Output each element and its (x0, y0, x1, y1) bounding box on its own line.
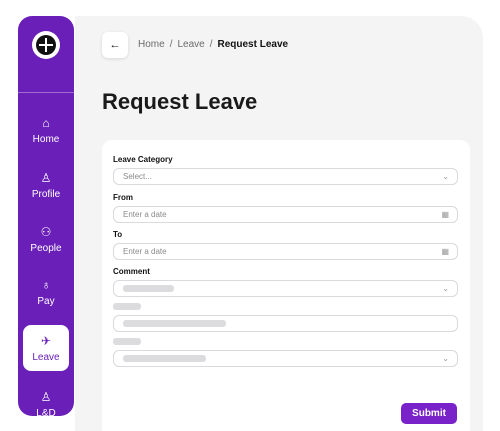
leave-request-form: Leave Category Select... ⌄ From Enter a … (102, 140, 470, 431)
arrow-left-icon: ← (109, 39, 121, 51)
placeholder-skeleton-label (113, 338, 141, 345)
home-icon: ⌂ (42, 115, 50, 130)
breadcrumb-current: Request Leave (217, 39, 289, 50)
chevron-down-icon: ⌄ (442, 284, 449, 293)
to-date-input[interactable]: Enter a date ▦ (113, 243, 458, 260)
comment-label: Comment (113, 267, 150, 276)
breadcrumb-separator: / (209, 39, 213, 50)
from-date-input[interactable]: Enter a date ▦ (113, 206, 458, 223)
placeholder-skeleton (123, 285, 174, 292)
from-label: From (113, 193, 133, 202)
submit-button[interactable]: Submit (401, 403, 457, 424)
leave-category-placeholder: Select... (123, 172, 152, 181)
sidebar-item-label: Profile (31, 188, 61, 200)
to-label: To (113, 230, 123, 239)
sidebar-item-label: Leave (32, 351, 60, 363)
sidebar-item-profile[interactable]: ♙ Profile (23, 163, 69, 207)
people-icon: ⚇ (40, 224, 52, 239)
sidebar-item-label: People (30, 242, 62, 254)
sidebar-item-label: L&D (36, 407, 56, 417)
placeholder-skeleton (123, 355, 206, 362)
page-title: Request Leave (102, 89, 258, 114)
plane-icon: ✈ (40, 333, 52, 348)
sidebar-item-learning[interactable]: ♙ L&D (23, 382, 69, 417)
skeleton-select[interactable]: ⌄ (113, 350, 458, 367)
money-bag-icon: ♁ (41, 277, 51, 292)
chevron-down-icon: ⌄ (442, 354, 449, 363)
logo-mark-icon (36, 35, 56, 55)
breadcrumb-home[interactable]: Home (138, 39, 165, 50)
to-date-placeholder: Enter a date (123, 247, 167, 256)
logo[interactable] (32, 31, 60, 59)
main-content: ← Home / Leave / Request Leave Request L… (75, 16, 483, 431)
from-date-placeholder: Enter a date (123, 210, 167, 219)
placeholder-skeleton (123, 320, 226, 327)
placeholder-skeleton-label (113, 303, 141, 310)
calendar-icon[interactable]: ▦ (441, 247, 449, 256)
sidebar-divider (18, 92, 74, 93)
sidebar-item-label: Pay (37, 295, 55, 307)
sidebar-item-people[interactable]: ⚇ People (23, 217, 69, 261)
profile-icon: ♙ (40, 170, 52, 185)
learning-icon: ♙ (40, 389, 52, 404)
sidebar-item-label: Home (32, 133, 60, 145)
breadcrumb-separator: / (169, 39, 173, 50)
sidebar-item-home[interactable]: ⌂ Home (23, 108, 69, 152)
leave-category-label: Leave Category (113, 155, 173, 164)
leave-category-select[interactable]: Select... ⌄ (113, 168, 458, 185)
chevron-down-icon: ⌄ (442, 172, 449, 181)
sidebar-item-leave[interactable]: ✈ Leave (23, 325, 69, 371)
back-button[interactable]: ← (102, 32, 128, 58)
calendar-icon[interactable]: ▦ (441, 210, 449, 219)
sidebar-item-pay[interactable]: ♁ Pay (23, 270, 69, 314)
skeleton-input[interactable] (113, 315, 458, 332)
breadcrumb-leave[interactable]: Leave (177, 39, 204, 50)
breadcrumb: Home / Leave / Request Leave (138, 39, 288, 50)
sidebar: ⌂ Home ♙ Profile ⚇ People ♁ Pay ✈ Leave … (18, 16, 74, 416)
comment-select[interactable]: ⌄ (113, 280, 458, 297)
